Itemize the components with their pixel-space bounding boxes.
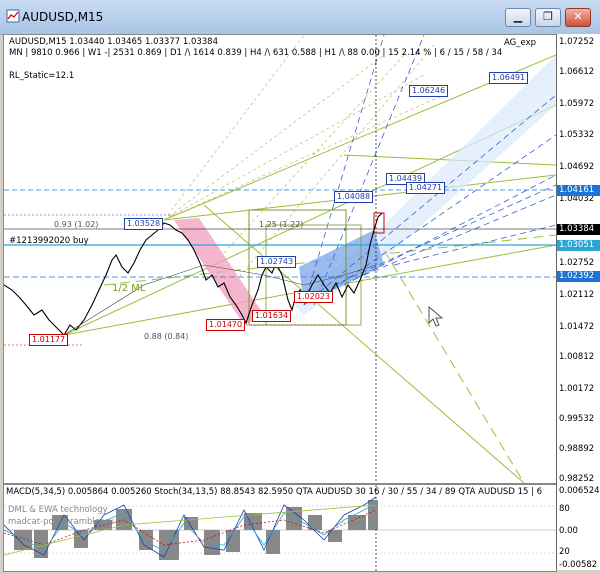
- title-bar: AUDUSD,M15 ▁ ❐ ✕: [0, 0, 600, 35]
- macd-axis-tick: 0.006524: [559, 486, 600, 496]
- price-tag: 1.03051: [557, 240, 600, 251]
- level-box: 1.04088: [334, 191, 374, 203]
- restore-button[interactable]: ❐: [535, 8, 561, 27]
- price-tick: 1.01472: [559, 322, 595, 332]
- minimize-button[interactable]: ▁: [505, 8, 531, 27]
- macd-axis-tick: -0.00582: [559, 560, 598, 570]
- watermark-line-1: DML & EWA technology: [8, 505, 108, 515]
- level-box: 1.06246: [409, 85, 449, 97]
- chart-app-icon: [6, 9, 20, 23]
- price-tick: 1.07252: [559, 37, 595, 47]
- price-tick: 1.04692: [559, 162, 595, 172]
- price-tick: 0.98252: [559, 474, 595, 484]
- macd-axis-tick: 20: [559, 547, 570, 557]
- price-tick: 1.00172: [559, 384, 595, 394]
- price-axis[interactable]: 1.07252 1.06612 1.05972 1.05332 1.04692 …: [556, 34, 600, 570]
- timeframe-stats-info: MN | 9810 0.966 | W1 -| 2531 0.869 | D1 …: [9, 48, 503, 58]
- ml-label: 1/2 ML: [112, 283, 146, 294]
- level-box: 1.01177: [29, 334, 69, 346]
- ratio-label: 0.88 (0.84): [144, 332, 189, 341]
- symbol-ohlc-info: AUDUSD,M15 1.03440 1.03465 1.03377 1.033…: [9, 37, 219, 47]
- price-tick: 1.05332: [559, 130, 595, 140]
- price-tick: 1.02752: [559, 258, 595, 268]
- level-box: 1.03528: [124, 218, 164, 230]
- ratio-label: 0.93 (1.02): [54, 220, 99, 229]
- price-tick: 1.00812: [559, 352, 595, 362]
- order-line-label: #1213992020 buy: [9, 236, 89, 246]
- indicator-label: RL_Static=12.1: [9, 71, 75, 81]
- level-box: 1.02743: [257, 256, 297, 268]
- price-chart-panel[interactable]: AUDUSD,M15 1.03440 1.03465 1.03377 1.033…: [3, 34, 557, 484]
- macd-axis-tick: 0.00: [559, 526, 578, 536]
- level-box: 1.01634: [252, 310, 292, 322]
- watermark-line-2: madcat-post@rambler.ru: [8, 517, 115, 527]
- price-tick: 1.05972: [559, 99, 595, 109]
- level-box: 1.02023: [294, 291, 334, 303]
- price-tick: 1.02112: [559, 290, 595, 300]
- chart-window: AUDUSD,M15 ▁ ❐ ✕ AUDUSD,M15 1.03440 1.03…: [0, 0, 600, 574]
- level-box: 1.06491: [489, 72, 529, 84]
- level-box: 1.04271: [406, 182, 446, 194]
- price-tick: 0.98892: [559, 444, 595, 454]
- current-price-tag: 1.03384: [557, 224, 600, 235]
- price-tick: 0.99532: [559, 414, 595, 424]
- macd-drawing: [4, 485, 556, 571]
- level-box: 1.01470: [206, 319, 246, 331]
- macd-panel[interactable]: MACD(5,34,5) 0.005864 0.005260 Stoch(34,…: [3, 484, 557, 572]
- macd-header: MACD(5,34,5) 0.005864 0.005260 Stoch(34,…: [6, 487, 543, 497]
- ag-label: AG_exp: [504, 38, 537, 48]
- mouse-cursor-icon: [428, 305, 444, 327]
- window-title: AUDUSD,M15: [22, 10, 104, 24]
- macd-axis-tick: 80: [559, 504, 570, 514]
- close-button[interactable]: ✕: [565, 8, 591, 27]
- ratio-label: 1.25 (1.22): [259, 220, 304, 229]
- price-tag: 1.04161: [557, 185, 600, 196]
- price-tag: 1.02392: [557, 271, 600, 282]
- price-tick: 1.06612: [559, 67, 595, 77]
